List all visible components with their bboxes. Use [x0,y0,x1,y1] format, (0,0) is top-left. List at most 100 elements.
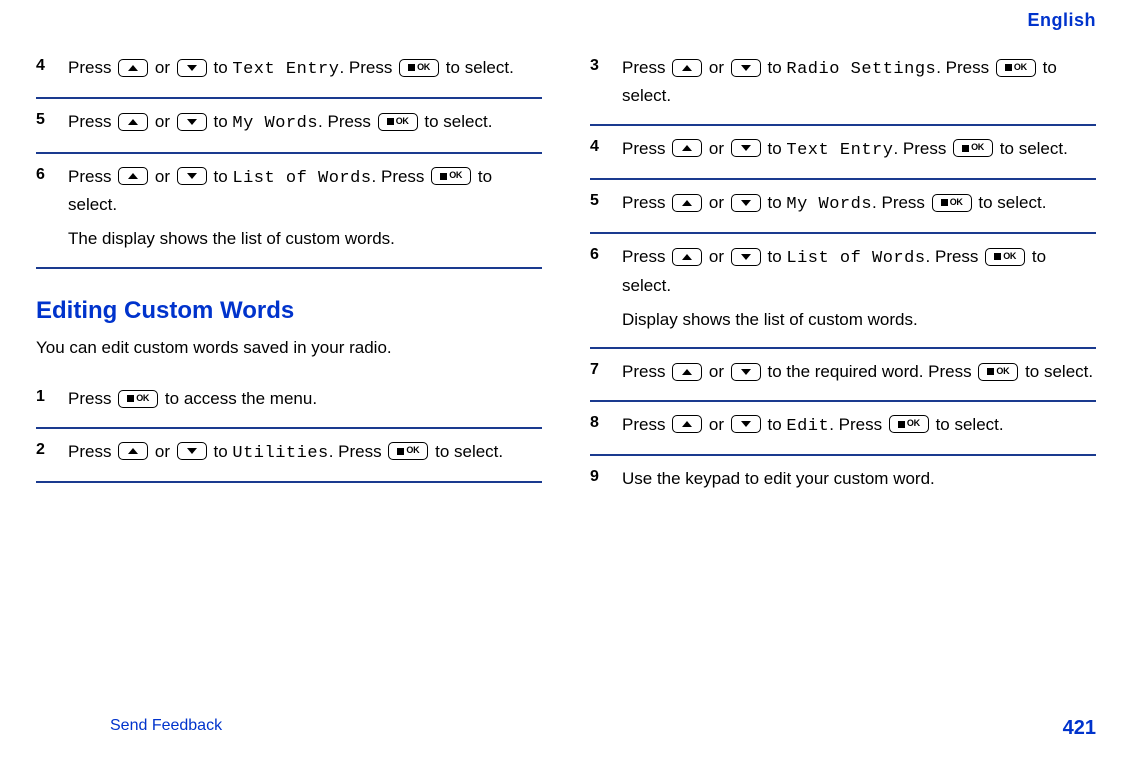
right-column: 3 Press or to Radio Settings. Press OK t… [590,45,1096,685]
step-text: Use the keypad to edit your custom word. [622,466,1096,492]
up-arrow-icon [672,363,702,381]
step-text: to [768,58,787,77]
manual-page: English 4 Press or to Text Entry. Press … [0,0,1132,762]
left-column: 4 Press or to Text Entry. Press OK to se… [36,45,542,685]
step-row: 3 Press or to Radio Settings. Press OK t… [590,45,1096,126]
down-arrow-icon [731,363,761,381]
ok-button-icon: OK [431,167,471,185]
ok-button-icon: OK [118,390,158,408]
step-text: Press [68,112,116,131]
up-arrow-icon [672,59,702,77]
ok-button-icon: OK [978,363,1018,381]
up-arrow-icon [672,415,702,433]
step-text: Press [68,442,116,461]
step-row: 4 Press or to Text Entry. Press OK to se… [36,45,542,99]
section-heading: Editing Custom Words [36,297,542,325]
content-columns: 4 Press or to Text Entry. Press OK to se… [36,45,1096,685]
step-body: Press or to List of Words. Press OK to s… [622,244,1096,333]
step-body: Press or to Text Entry. Press OK to sele… [68,55,542,83]
send-feedback-link[interactable]: Send Feedback [110,717,222,740]
step-row: 5 Press or to My Words. Press OK to sele… [36,99,542,153]
step-text: . Press [829,415,887,434]
step-text: Press [68,167,116,186]
menu-option: List of Words [232,169,371,188]
step-text: or [155,58,175,77]
step-text: . Press [893,139,951,158]
down-arrow-icon [731,415,761,433]
up-arrow-icon [118,59,148,77]
step-number: 1 [36,386,54,412]
step-text: to [768,415,787,434]
step-text: to [214,167,233,186]
step-number: 9 [590,466,608,492]
step-row: 6 Press or to List of Words. Press OK to… [590,234,1096,349]
step-row: 8 Press or to Edit. Press OK to select. [590,402,1096,456]
menu-option: Text Entry [232,60,339,79]
step-text: . Press [329,442,387,461]
ok-button-icon: OK [388,442,428,460]
step-row: 6 Press or to List of Words. Press OK to… [36,154,542,269]
page-footer: Send Feedback 421 [0,717,1132,740]
step-row: 7 Press or to the required word. Press O… [590,349,1096,401]
language-header: English [36,10,1096,31]
step-text: . Press [872,193,930,212]
step-row: 1 Press OK to access the menu. [36,376,542,428]
step-text: to select. [1025,362,1093,381]
menu-option: Radio Settings [786,60,936,79]
step-text: to [214,112,233,131]
step-text: to [214,58,233,77]
step-body: Press OK to access the menu. [68,386,542,412]
ok-button-icon: OK [399,59,439,77]
step-body: Press or to Edit. Press OK to select. [622,412,1096,440]
ok-button-icon: OK [889,415,929,433]
step-text: to select. [446,58,514,77]
menu-option: My Words [786,195,872,214]
step-row: 4 Press or to Text Entry. Press OK to se… [590,126,1096,180]
step-text: to [768,193,787,212]
step-row: 9 Use the keypad to edit your custom wor… [590,456,1096,506]
step-text: to access the menu. [165,389,317,408]
step-row: 5 Press or to My Words. Press OK to sele… [590,180,1096,234]
ok-button-icon: OK [985,248,1025,266]
step-number: 5 [590,190,608,218]
step-text: to the required word. Press [768,362,977,381]
step-text: to [214,442,233,461]
step-text: Press [622,139,670,158]
step-number: 5 [36,109,54,137]
step-text: to [768,139,787,158]
step-text: or [709,193,729,212]
step-text: to select. [936,415,1004,434]
up-arrow-icon [118,113,148,131]
step-text: to [768,247,787,266]
step-body: Press or to Text Entry. Press OK to sele… [622,136,1096,164]
step-body: Press or to Radio Settings. Press OK to … [622,55,1096,110]
step-text: Press [622,58,670,77]
step-text: to select. [424,112,492,131]
down-arrow-icon [731,194,761,212]
down-arrow-icon [177,167,207,185]
step-text: . Press [318,112,376,131]
step-text: to select. [435,442,503,461]
step-text: to select. [978,193,1046,212]
menu-option: Text Entry [786,141,893,160]
step-text: Press [622,415,670,434]
step-extra-text: Display shows the list of custom words. [622,307,1096,333]
ok-button-icon: OK [378,113,418,131]
down-arrow-icon [177,113,207,131]
step-text: or [155,112,175,131]
step-text: Press [622,247,670,266]
step-text: or [709,415,729,434]
step-extra-text: The display shows the list of custom wor… [68,226,542,252]
menu-option: Edit [786,417,829,436]
step-text: or [709,139,729,158]
step-body: Use the keypad to edit your custom word. [622,466,1096,492]
step-text: . Press [936,58,994,77]
step-body: Press or to My Words. Press OK to select… [622,190,1096,218]
step-number: 4 [590,136,608,164]
step-text: Press [622,193,670,212]
menu-option: My Words [232,114,318,133]
up-arrow-icon [672,139,702,157]
step-body: Press or to Utilities. Press OK to selec… [68,439,542,467]
step-body: Press or to My Words. Press OK to select… [68,109,542,137]
up-arrow-icon [672,248,702,266]
